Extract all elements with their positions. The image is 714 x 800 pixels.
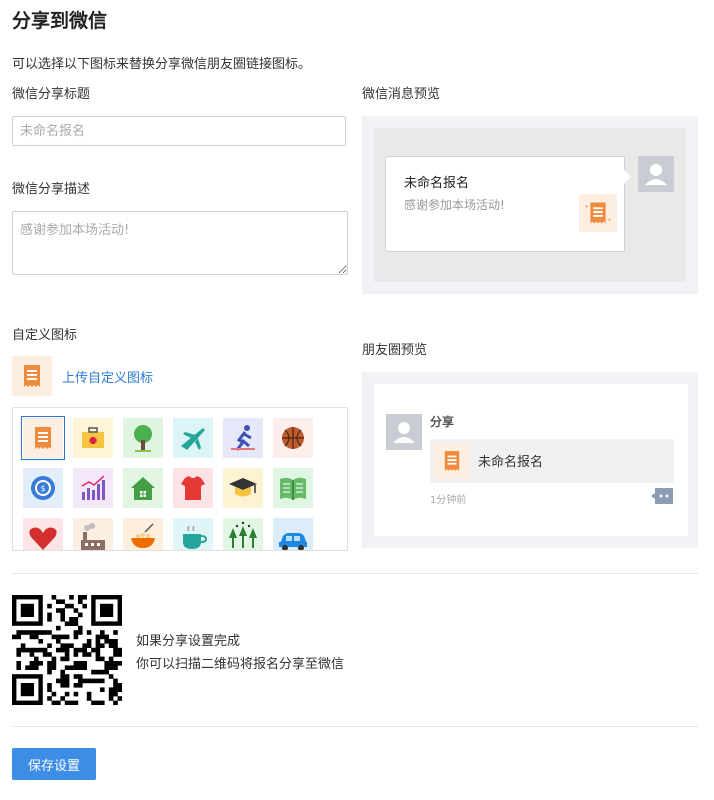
qr-hint-line1: 如果分享设置完成 <box>136 634 241 649</box>
share-title-label: 微信分享标题 <box>12 87 91 102</box>
book-icon[interactable] <box>273 468 313 508</box>
document-icon[interactable] <box>21 416 65 460</box>
message-desc: 感谢参加本场活动! <box>404 198 505 212</box>
toolbox-icon[interactable] <box>73 418 113 458</box>
message-title: 未命名报名 <box>404 176 470 191</box>
graduation-cap-icon[interactable] <box>223 468 263 508</box>
moments-preview-label: 朋友圈预览 <box>362 343 428 358</box>
avatar <box>386 414 422 450</box>
bowl-icon[interactable] <box>123 518 163 550</box>
page-description: 可以选择以下图标来替换分享微信朋友圈链接图标。 <box>12 57 312 72</box>
message-preview-label: 微信消息预览 <box>362 87 441 102</box>
moments-preview: 分享 未命名报名 1分钟前 <box>362 372 698 548</box>
message-bubble: 未命名报名 感谢参加本场活动! <box>385 156 625 252</box>
heart-icon[interactable] <box>23 518 63 550</box>
basketball-icon[interactable] <box>273 418 313 458</box>
comment-icon <box>651 488 673 504</box>
moments-link-card: 未命名报名 <box>430 439 674 483</box>
share-desc-textarea[interactable] <box>12 211 348 275</box>
runner-icon[interactable] <box>223 418 263 458</box>
moments-document-icon <box>434 443 470 479</box>
divider <box>12 726 698 727</box>
custom-icon-label: 自定义图标 <box>12 328 78 343</box>
icon-grid: $ <box>12 407 348 551</box>
coin-icon[interactable]: $ <box>23 468 63 508</box>
divider <box>12 573 698 574</box>
coffee-cup-icon[interactable] <box>173 518 213 550</box>
tree-icon[interactable] <box>123 418 163 458</box>
moments-user-name: 分享 <box>430 415 455 429</box>
moments-time: 1分钟前 <box>430 495 467 506</box>
share-title-input[interactable] <box>12 116 346 146</box>
house-icon[interactable] <box>123 468 163 508</box>
upload-custom-icon-link[interactable]: 上传自定义图标 <box>62 367 153 386</box>
avatar <box>638 156 674 192</box>
page-title: 分享到微信 <box>12 10 108 32</box>
moments-preview-canvas: 分享 未命名报名 1分钟前 <box>374 384 688 536</box>
current-icon-preview <box>12 356 52 396</box>
save-settings-button[interactable]: 保存设置 <box>12 748 96 780</box>
car-icon[interactable] <box>273 518 313 550</box>
svg-text:$: $ <box>40 484 45 493</box>
moments-card-title: 未命名报名 <box>478 455 544 470</box>
qr-hint-line2: 你可以扫描二维码将报名分享至微信 <box>136 657 345 672</box>
shirt-icon[interactable] <box>173 468 213 508</box>
message-preview: 未命名报名 感谢参加本场活动! <box>362 116 698 294</box>
message-preview-canvas: 未命名报名 感谢参加本场活动! <box>374 128 686 282</box>
share-desc-label: 微信分享描述 <box>12 182 91 197</box>
bubble-arrow <box>624 170 631 184</box>
qr-code <box>12 595 123 706</box>
message-document-icon <box>579 194 617 232</box>
factory-icon[interactable] <box>73 518 113 550</box>
bar-chart-icon[interactable] <box>73 468 113 508</box>
forest-icon[interactable] <box>223 518 263 550</box>
airplane-icon[interactable] <box>173 418 213 458</box>
